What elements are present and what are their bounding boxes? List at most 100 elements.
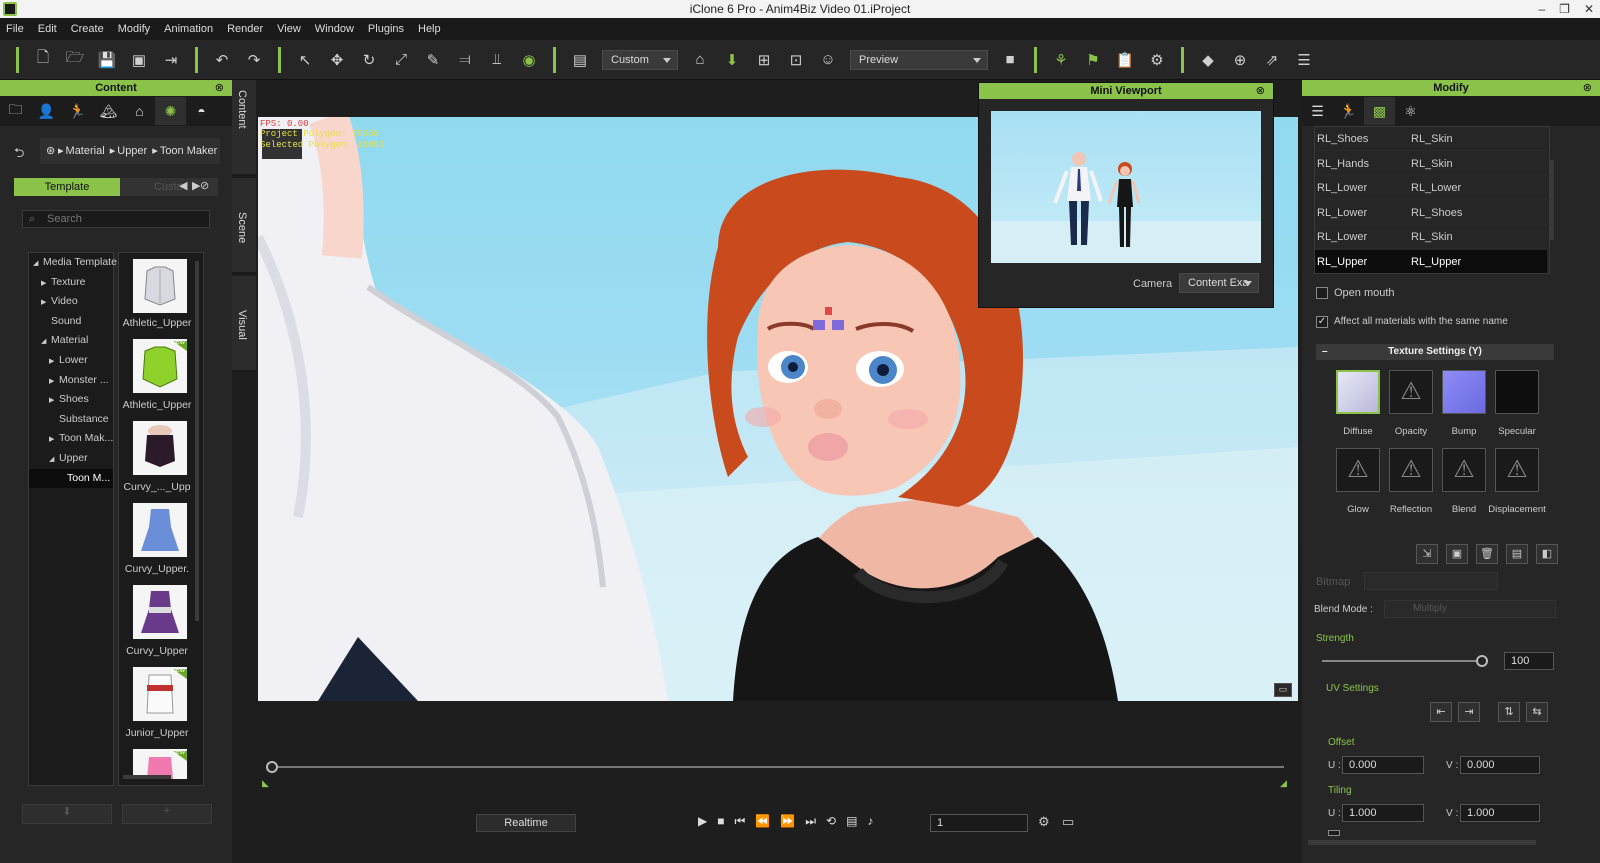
tab-menu-icon[interactable]: ⊘ (200, 179, 209, 192)
diffuse-slot[interactable] (1336, 370, 1380, 414)
thumbnail-curvy-upper-2[interactable] (133, 503, 187, 557)
breadcrumb-material[interactable]: Material (66, 145, 105, 157)
load-texture-icon[interactable]: ⇲ (1416, 544, 1438, 564)
render-mode-dropdown[interactable]: Preview (850, 49, 988, 70)
viewport-menu-icon[interactable]: ▭ (1274, 683, 1292, 697)
align-bottom-icon[interactable]: ⫫ (486, 49, 508, 71)
menu-modify[interactable]: Modify (118, 23, 150, 35)
merge-icon[interactable]: ▣ (128, 49, 150, 71)
range-end-marker[interactable]: ◢ (1280, 778, 1287, 789)
next-frame-icon[interactable]: ⏩ (780, 814, 795, 829)
content-close-icon[interactable]: ⊗ (215, 80, 224, 96)
side-tab-scene[interactable]: Scene (232, 178, 256, 274)
tree-item[interactable]: Toon M... (29, 468, 113, 489)
stage-tab-icon[interactable]: 🏔 (93, 97, 124, 125)
music-note-icon[interactable]: ♪ (867, 814, 873, 829)
realtime-dropdown[interactable]: Realtime (476, 814, 576, 832)
material-tab-icon[interactable]: ▩ (1364, 97, 1395, 125)
physics-tab-icon[interactable]: ⚛ (1395, 97, 1426, 125)
select-arrow-icon[interactable]: ↖ (294, 49, 316, 71)
specular-slot[interactable] (1495, 370, 1539, 414)
texture-settings-header[interactable]: – Texture Settings (Y) (1316, 344, 1554, 360)
visibility-eye-icon[interactable]: ◉ (518, 49, 540, 71)
zoom-icon[interactable]: ⊕ (1229, 49, 1251, 71)
tree-item[interactable]: ◢ Upper (29, 449, 113, 469)
scale-icon[interactable]: ⤢ (390, 49, 412, 71)
bump-slot[interactable] (1442, 370, 1486, 414)
thumbnail-scrollbar[interactable] (195, 261, 199, 621)
timeline-track[interactable] (272, 766, 1284, 768)
edit-texture-icon[interactable]: ▤ (1506, 544, 1528, 564)
modify-hscrollbar[interactable] (1308, 840, 1536, 845)
tree-item[interactable]: ◢ Material (29, 331, 113, 351)
opacity-slot-warning-icon[interactable]: ⚠ (1389, 370, 1433, 414)
tree-item[interactable]: ▶ Monster ... (29, 371, 113, 391)
mini-viewport-close-icon[interactable]: ⊗ (1256, 83, 1265, 99)
material-row[interactable]: RL_Lower RL_Shoes (1315, 201, 1547, 225)
media-tab-icon[interactable]: ✺ (155, 97, 186, 125)
uv-rotate-icon[interactable]: ⇅ (1498, 702, 1520, 722)
mini-viewport-render[interactable] (991, 111, 1261, 263)
close-button[interactable]: ✕ (1584, 0, 1594, 18)
tree-item[interactable]: ▶ Texture (29, 273, 113, 293)
maximize-button[interactable]: ❐ (1559, 0, 1570, 18)
menu-window[interactable]: Window (315, 23, 354, 35)
menu-plugins[interactable]: Plugins (368, 23, 404, 35)
settings-list-icon[interactable]: ☰ (1293, 49, 1315, 71)
affect-all-checkbox[interactable]: ✓ (1316, 316, 1328, 328)
project-tab-icon[interactable]: 🗀 (0, 97, 31, 125)
undo-icon[interactable]: ↶ (211, 49, 233, 71)
fit-icon[interactable]: ⬇ (721, 49, 743, 71)
motion-tab-icon[interactable]: 🏃 (1333, 97, 1364, 125)
clipboard-icon[interactable]: 📋 (1114, 49, 1136, 71)
camera-icon[interactable]: ■ (999, 49, 1021, 71)
tree-item[interactable]: ▶ Lower (29, 351, 113, 371)
loop-icon[interactable]: ⟲ (826, 814, 836, 829)
side-tab-visual[interactable]: Visual (232, 276, 256, 372)
reflection-slot-warning-icon[interactable]: ⚠ (1389, 448, 1433, 492)
open-mouth-checkbox[interactable] (1316, 287, 1328, 299)
rotate-icon[interactable]: ↻ (358, 49, 380, 71)
timeline-playhead[interactable] (266, 761, 278, 773)
modify-close-icon[interactable]: ⊗ (1583, 80, 1592, 96)
glow-slot-warning-icon[interactable]: ⚠ (1336, 448, 1380, 492)
search-input[interactable]: ⌕ Search (22, 210, 210, 228)
timeline-toggle-icon[interactable]: ▭ (1062, 814, 1074, 830)
play-icon[interactable]: ▶ (698, 814, 707, 829)
puppet-icon[interactable]: ⚘ (1050, 49, 1072, 71)
breadcrumb-toon-maker[interactable]: Toon Maker (160, 145, 217, 157)
set-tab-icon[interactable]: ⌂ (124, 97, 155, 125)
attributes-tab-icon[interactable]: ☰ (1302, 97, 1333, 125)
side-tab-content[interactable]: Content (232, 80, 256, 176)
strength-slider-knob[interactable] (1476, 655, 1488, 667)
thumbnail-junior-upper[interactable]: New (133, 667, 187, 721)
tree-item[interactable]: Substance (29, 410, 113, 430)
move-icon[interactable]: ✥ (326, 49, 348, 71)
align-icon[interactable]: ⫤ (454, 49, 476, 71)
download-button[interactable]: ⬇ (22, 804, 112, 824)
tiling-u-input[interactable]: 1.000 (1342, 804, 1424, 822)
save-texture-icon[interactable]: ▣ (1446, 544, 1468, 564)
uv-mirror-icon[interactable]: ⇆ (1526, 702, 1548, 722)
range-start-marker[interactable]: ◣ (262, 778, 269, 789)
menu-create[interactable]: Create (71, 23, 104, 35)
tab-scroll-left-icon[interactable]: ◀ (179, 179, 187, 192)
thumbnail-curvy-upper-1[interactable] (133, 421, 187, 475)
back-arrow-icon[interactable]: ⮌ (14, 144, 24, 166)
breadcrumb-upper[interactable]: Upper (117, 145, 147, 157)
thumbnail-athletic-upper-2[interactable]: New (133, 339, 187, 393)
actor-tab-icon[interactable]: 👤 (31, 97, 62, 125)
home-camera-icon[interactable]: ⌂ (689, 49, 711, 71)
texture-mode-icon[interactable]: ◧ (1536, 544, 1558, 564)
tree-item[interactable]: Sound (29, 312, 113, 332)
thumbnail-hscrollbar[interactable] (123, 775, 171, 779)
material-row[interactable]: RL_Upper RL_Upper (1315, 249, 1547, 273)
offset-u-input[interactable]: 0.000 (1342, 756, 1424, 774)
zoom-extents-icon[interactable]: ⊡ (785, 49, 807, 71)
camera-dropdown[interactable]: Content Exa (1179, 273, 1259, 293)
open-folder-icon[interactable]: 🗁 (64, 49, 86, 71)
face-cam-icon[interactable]: ☺ (817, 49, 839, 71)
timeline-settings-icon[interactable]: ⚙ (1038, 814, 1050, 830)
tree-item[interactable]: ◢ Media Template (29, 253, 117, 273)
frame-selected-icon[interactable]: ⊞ (753, 49, 775, 71)
